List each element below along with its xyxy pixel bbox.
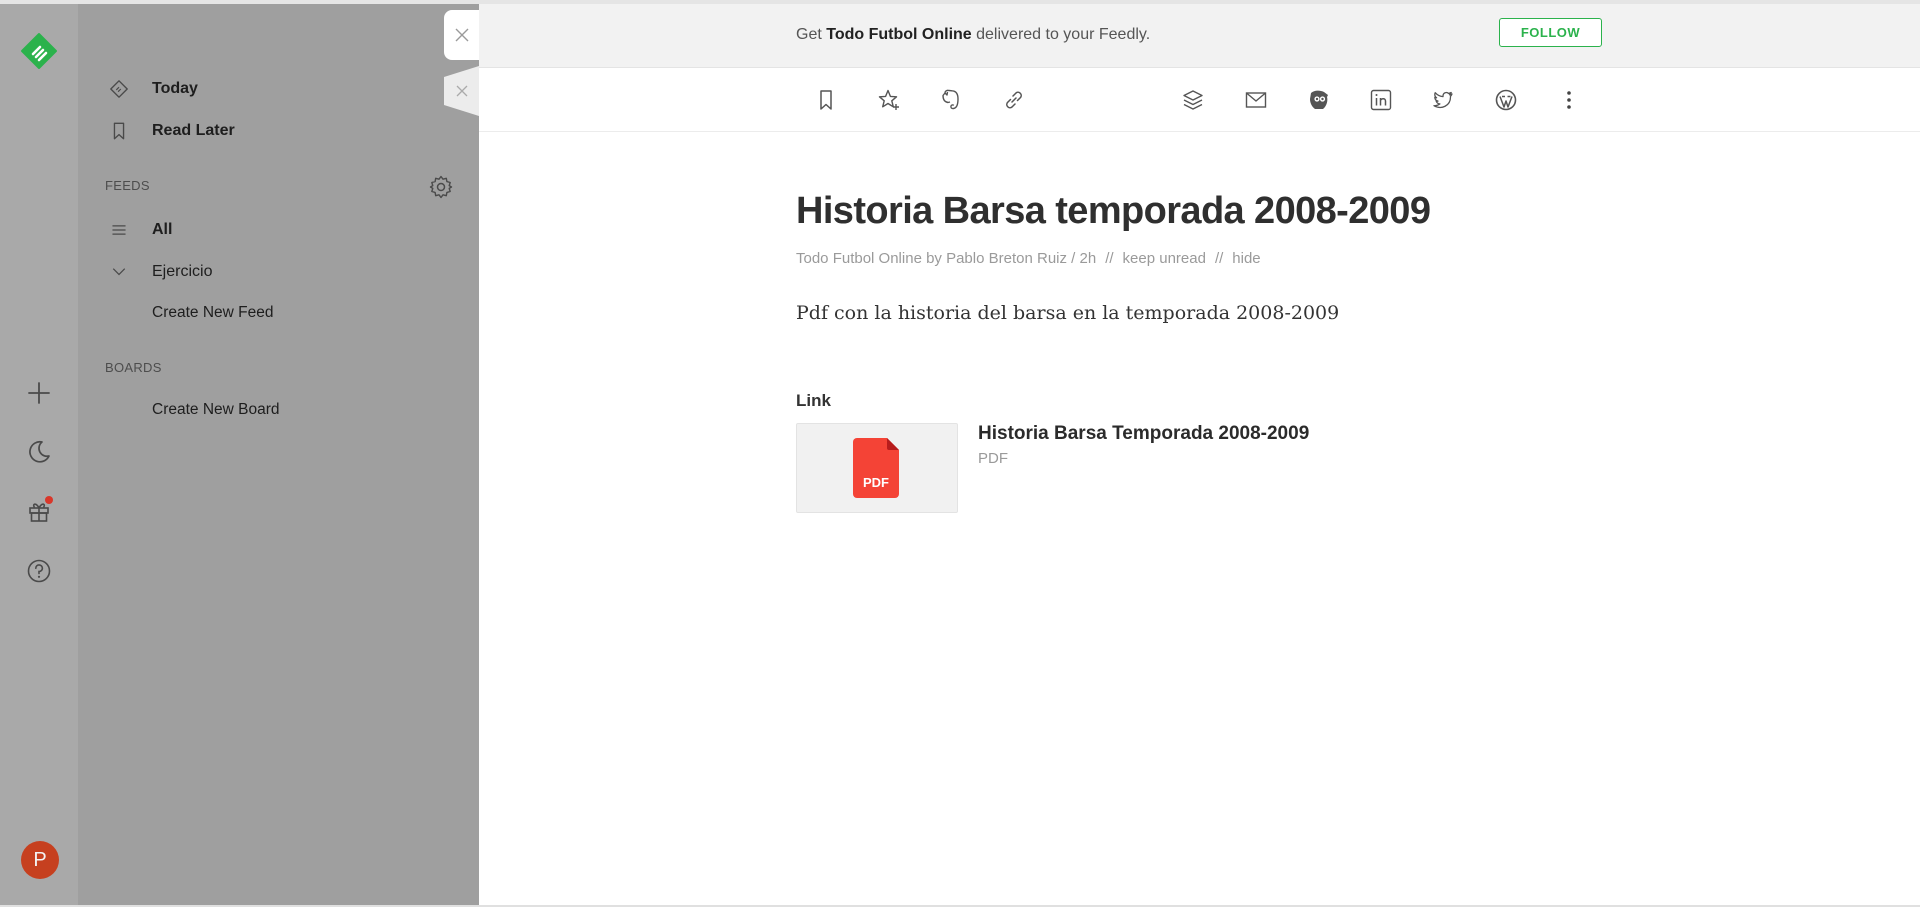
hide-link[interactable]: hide [1232,250,1260,267]
list-icon [108,219,130,241]
feedly-logo-icon[interactable] [20,32,58,70]
nav-today[interactable]: Today [78,74,479,104]
close-icon [456,85,467,97]
hootsuite-icon[interactable] [1303,84,1335,116]
left-rail: P [0,4,78,907]
follow-button[interactable]: FOLLOW [1499,18,1602,47]
close-article-tab[interactable] [444,10,479,60]
banner-text: Get Todo Futbol Online delivered to your… [796,26,1150,44]
bookmark-icon [108,120,130,142]
article-summary: Pdf con la historia del barsa en la temp… [796,302,1340,324]
avatar-initial: P [33,848,47,871]
help-icon[interactable] [22,554,56,588]
article-toolbar [479,68,1920,132]
attachment-thumbnail[interactable]: PDF [796,423,958,513]
avatar[interactable]: P [21,841,59,879]
article-meta: Todo Futbol Online by Pablo Breton Ruiz … [796,250,1261,267]
feeds-heading: FEEDS [105,178,150,193]
attachment-card[interactable]: PDF Historia Barsa Temporada 2008-2009 P… [796,423,1326,513]
pdf-icon-label: PDF [863,475,889,490]
pdf-file-icon: PDF [853,438,899,498]
follow-banner: Get Todo Futbol Online delivered to your… [479,4,1920,68]
link-heading: Link [796,391,831,410]
notification-dot [45,496,53,504]
create-feed-label: Create New Feed [152,304,274,321]
article-title[interactable]: Historia Barsa temporada 2008-2009 [796,190,1431,233]
evernote-icon[interactable] [935,84,967,116]
nav-all[interactable]: All [78,215,479,245]
banner-suffix: delivered to your Feedly. [971,26,1151,43]
meta-separator: // [1214,250,1224,267]
twitter-icon[interactable] [1427,84,1459,116]
attachment-title[interactable]: Historia Barsa Temporada 2008-2009 [978,423,1309,445]
wordpress-icon[interactable] [1490,84,1522,116]
linkedin-icon[interactable] [1365,84,1397,116]
nav-read-later[interactable]: Read Later [78,116,479,146]
article-byline[interactable]: Todo Futbol Online by Pablo Breton Ruiz … [796,250,1096,267]
more-icon[interactable] [1553,84,1585,116]
create-board-link[interactable]: Create New Board [78,395,479,425]
today-icon [108,78,130,100]
banner-prefix: Get [796,26,827,43]
buffer-icon[interactable] [1177,84,1209,116]
attachment-type: PDF [978,450,1008,467]
bookmark-icon[interactable] [810,84,842,116]
star-icon[interactable] [873,84,905,116]
chevron-down-icon[interactable] [108,261,130,283]
meta-separator: // [1105,250,1114,267]
nav-read-later-label: Read Later [152,122,235,139]
folder-label: Ejercicio [152,263,213,280]
close-icon [455,28,468,42]
keep-unread-link[interactable]: keep unread [1123,250,1206,267]
feeds-panel: Today Read Later FEEDS All Ejercicio Cre… [78,4,479,907]
folder-ejercicio[interactable]: Ejercicio [78,257,479,287]
create-board-label: Create New Board [152,401,280,418]
mail-icon[interactable] [1240,84,1272,116]
boards-heading: BOARDS [105,360,162,375]
moon-icon[interactable] [22,435,56,469]
create-feed-link[interactable]: Create New Feed [78,298,479,328]
banner-source: Todo Futbol Online [826,26,972,43]
nav-today-label: Today [152,80,198,97]
gear-icon[interactable] [428,174,454,200]
add-icon[interactable] [22,376,56,410]
nav-all-label: All [152,221,173,238]
gift-icon[interactable] [22,494,56,528]
link-icon[interactable] [998,84,1030,116]
